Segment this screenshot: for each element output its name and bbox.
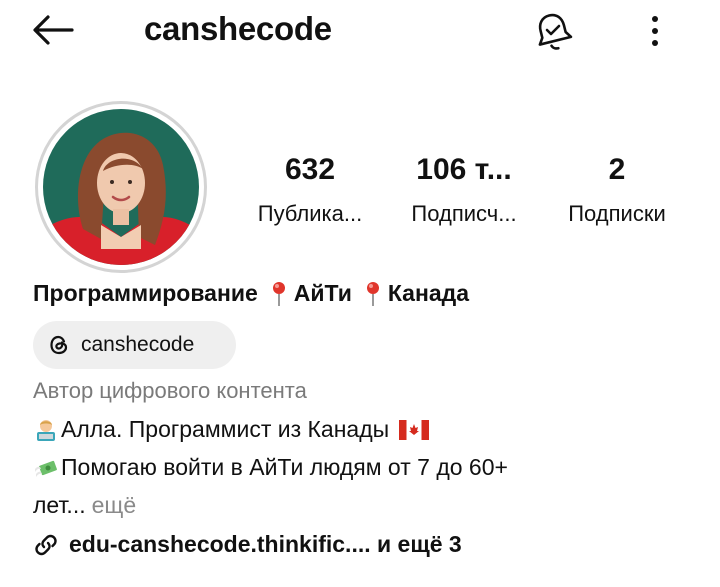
profile-link-text: edu-canshecode.thinkific.... и ещё 3 xyxy=(69,531,462,557)
stat-following[interactable]: 2 Подписки xyxy=(551,152,683,229)
notifications-button[interactable] xyxy=(531,9,575,53)
profile-link[interactable]: edu-canshecode.thinkific.... и ещё 3 xyxy=(33,531,462,558)
bio-line-3-text: лет... xyxy=(33,492,86,518)
bio-line-2-text: Помогаю войти в АйТи людям от 7 до 60+ xyxy=(61,454,508,480)
canada-flag-icon xyxy=(399,419,430,440)
arrow-left-icon xyxy=(33,15,74,45)
posts-label: Публика... xyxy=(257,201,363,226)
profile-username: canshecode xyxy=(144,10,332,47)
name-part-1: Программирование xyxy=(33,280,258,306)
money-with-wings-emoji-icon xyxy=(35,460,57,477)
bio-line-2: Помогаю войти в АйТи людям от 7 до 60+ xyxy=(33,454,508,481)
round-pushpin-icon xyxy=(366,281,379,306)
name-part-3: Канада xyxy=(387,280,470,306)
profile-photo xyxy=(43,109,199,265)
round-pushpin-icon xyxy=(272,281,285,306)
name-part-2: АйТи xyxy=(293,280,352,306)
profile-category: Автор цифрового контента xyxy=(33,378,307,403)
more-vertical-icon xyxy=(652,16,658,46)
following-count: 2 xyxy=(608,153,626,186)
followers-label: Подписч... xyxy=(411,201,517,226)
posts-count: 632 xyxy=(284,153,336,186)
bio-line-3: лет... ещё xyxy=(33,492,136,519)
top-bar: canshecode xyxy=(0,0,720,62)
bio-line-1-text: Алла. Программист из Канады xyxy=(61,416,390,442)
threads-handle: canshecode xyxy=(81,333,195,356)
back-button[interactable] xyxy=(26,8,86,52)
threads-icon xyxy=(50,335,68,355)
followers-count: 106 т... xyxy=(416,153,512,186)
bio-line-1: Алла. Программист из Канады xyxy=(33,416,430,443)
stat-posts[interactable]: 632 Публика... xyxy=(246,152,374,229)
more-options-button[interactable] xyxy=(640,9,670,53)
profile-display-name: Программирование АйТи Канада xyxy=(33,280,469,307)
stat-followers[interactable]: 106 т... Подписч... xyxy=(394,152,534,229)
link-icon xyxy=(35,534,57,555)
technologist-emoji-icon xyxy=(37,419,55,441)
avatar-ring xyxy=(35,101,207,273)
threads-badge[interactable]: canshecode xyxy=(33,321,236,369)
avatar[interactable] xyxy=(43,109,199,265)
bio-more-link[interactable]: ещё xyxy=(92,492,137,519)
following-label: Подписки xyxy=(568,201,666,226)
bell-check-icon xyxy=(538,13,573,50)
